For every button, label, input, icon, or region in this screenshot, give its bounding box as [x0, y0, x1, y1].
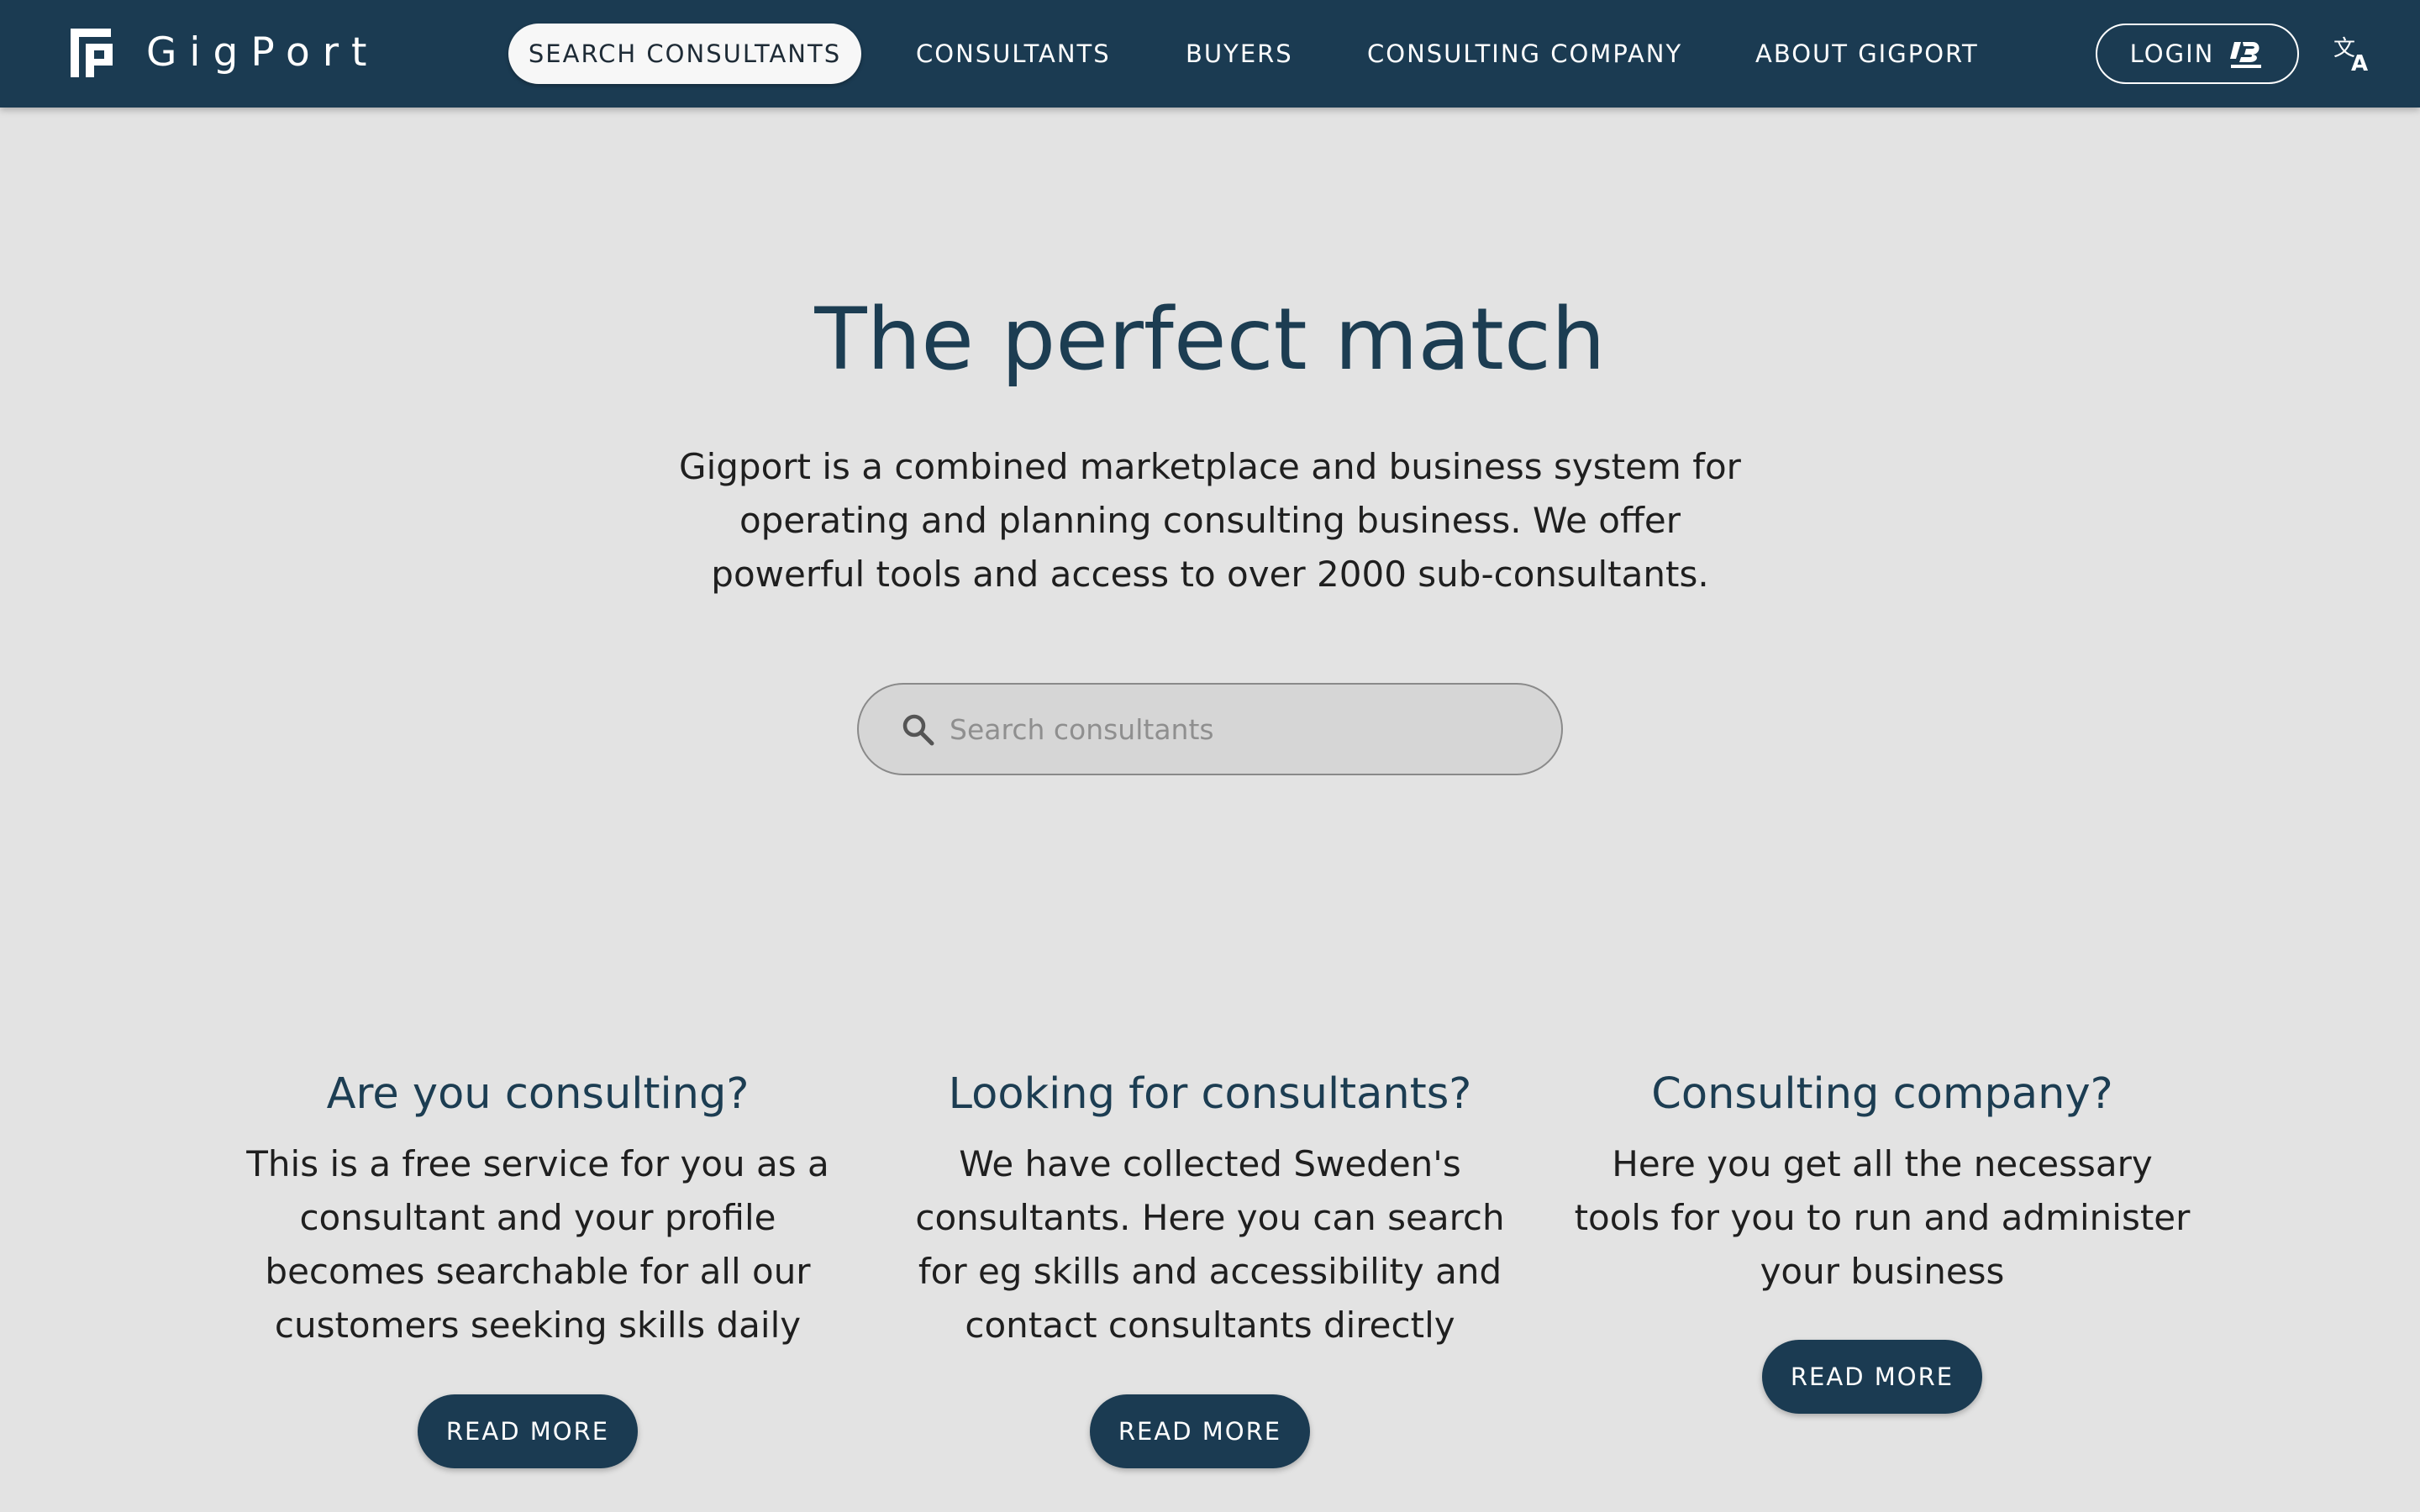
- login-button[interactable]: LOGIN: [2096, 24, 2299, 84]
- top-navigation-bar: GigPort SEARCH CONSULTANTS CONSULTANTS B…: [0, 0, 2420, 108]
- brand-name: GigPort: [146, 29, 380, 76]
- hero-description: Gigport is a combined marketplace and bu…: [679, 446, 1741, 595]
- bankid-icon: [2230, 42, 2262, 68]
- nav-consultants[interactable]: CONSULTANTS: [916, 24, 1111, 84]
- nav-search-consultants[interactable]: SEARCH CONSULTANTS: [508, 24, 861, 84]
- card-text: This is a free service for you as a cons…: [246, 1143, 829, 1346]
- svg-text:A: A: [2351, 51, 2368, 74]
- gigport-logo-icon: [71, 29, 113, 77]
- card-title: Looking for consultants?: [948, 1069, 1472, 1119]
- read-more-buyers-button[interactable]: READ MORE: [1090, 1394, 1310, 1468]
- search-input[interactable]: [950, 712, 1561, 746]
- card-title: Are you consulting?: [326, 1069, 750, 1119]
- card-looking-for-consultants: Looking for consultants? We have collect…: [899, 1058, 1521, 1352]
- card-text: Here you get all the necessary tools for…: [1574, 1143, 2191, 1292]
- card-consulting-company: Consulting company? Here you get all the…: [1571, 1058, 2193, 1299]
- translate-icon[interactable]: 文 A: [2333, 34, 2373, 74]
- consultant-search-box[interactable]: [857, 683, 1563, 775]
- read-more-consulting-button[interactable]: READ MORE: [418, 1394, 638, 1468]
- search-icon: [902, 714, 934, 746]
- nav-buyers[interactable]: BUYERS: [1186, 24, 1293, 84]
- brand-logo[interactable]: GigPort: [67, 25, 380, 81]
- hero-title: The perfect match: [814, 290, 1606, 390]
- nav-consulting-company[interactable]: CONSULTING COMPANY: [1367, 24, 1682, 84]
- card-are-you-consulting: Are you consulting? This is a free servi…: [227, 1058, 849, 1352]
- card-text: We have collected Sweden's consultants. …: [915, 1143, 1505, 1346]
- read-more-company-button[interactable]: READ MORE: [1762, 1340, 1982, 1414]
- card-title: Consulting company?: [1651, 1069, 2113, 1119]
- nav-about-gigport[interactable]: ABOUT GIGPORT: [1755, 24, 1979, 84]
- login-label: LOGIN: [2129, 39, 2215, 68]
